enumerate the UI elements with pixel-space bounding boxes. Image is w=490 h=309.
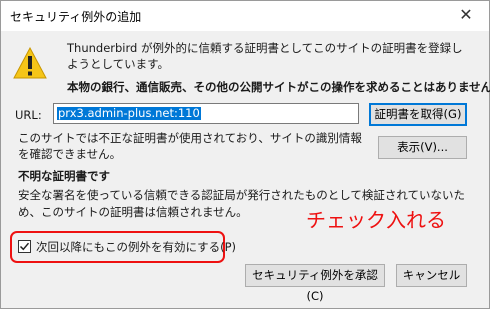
unknown-identity-heading: 不明な証明書です (18, 169, 110, 183)
permanent-checkbox-label: 次回以降にもこの例外を有効にする(P) (36, 240, 237, 254)
title-bar: セキュリティ例外の追加 ✕ (1, 1, 489, 31)
warning-triangle-icon (13, 47, 47, 79)
warning-message: Thunderbird が例外的に信頼する証明書としてこのサイトの証明書を登録し… (67, 41, 463, 71)
dialog-title: セキュリティ例外の追加 (10, 10, 142, 24)
url-value: prx3.admin-plus.net:110 (57, 106, 201, 120)
url-label: URL: (15, 108, 42, 122)
security-exception-dialog: セキュリティ例外の追加 ✕ Thunderbird が例外的に信頼する証明書とし… (0, 0, 490, 309)
checkmark-icon (19, 242, 30, 251)
confirm-exception-button[interactable]: セキュリティ例外を承認(C) (245, 264, 385, 303)
close-icon[interactable]: ✕ (457, 6, 475, 24)
url-input[interactable]: prx3.admin-plus.net:110 (53, 103, 359, 124)
warning-bold-message: 本物の銀行、通信販売、その他の公開サイトがこの操作を求めることはありません。 (67, 80, 490, 94)
invalid-cert-text: このサイトでは不正な証明書が使用されており、サイトの識別情報を確認できません。 (18, 131, 362, 161)
annotation-text: チェック入れる (306, 208, 446, 232)
permanent-checkbox[interactable] (18, 240, 31, 253)
get-certificate-button[interactable]: 証明書を取得(G) (369, 103, 467, 126)
view-button[interactable]: 表示(V)... (378, 136, 467, 159)
cancel-button[interactable]: キャンセル (396, 264, 467, 287)
